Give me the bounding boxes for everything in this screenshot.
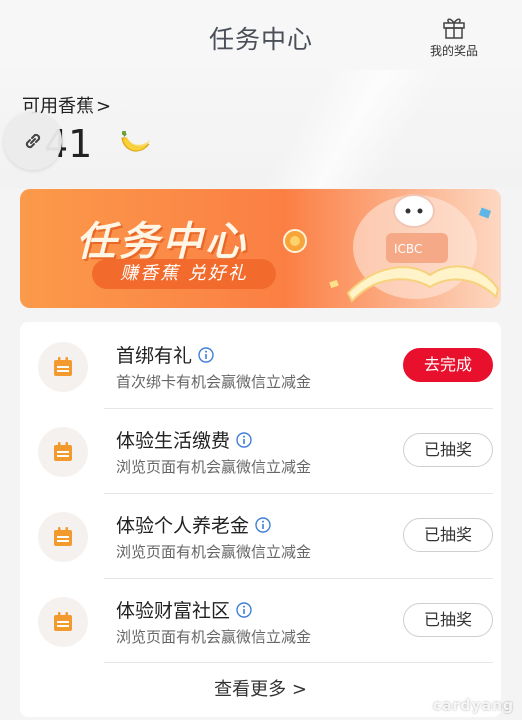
task-list-card: 首绑有礼 首次绑卡有机会赢微信立减金 去完成 体验生活缴费 浏览页面有机会赢微信… (20, 322, 501, 717)
task-description: 浏览页面有机会赢微信立减金 (116, 628, 312, 646)
task-description: 首次绑卡有机会赢微信立减金 (116, 373, 312, 391)
chevron-right-icon: > (96, 96, 112, 117)
decorative-stripe (242, 70, 462, 188)
my-prizes-button[interactable]: 我的奖品 (424, 14, 484, 59)
task-icon-bg (38, 512, 88, 562)
drawn-status-button[interactable]: 已抽奖 (403, 518, 493, 552)
calendar-icon (54, 442, 72, 461)
task-icon-bg (38, 597, 88, 647)
task-description: 浏览页面有机会赢微信立减金 (116, 458, 312, 476)
info-icon[interactable] (255, 516, 271, 533)
task-row: 首绑有礼 首次绑卡有机会赢微信立减金 去完成 (20, 322, 501, 407)
svg-text:ICBC: ICBC (394, 242, 422, 256)
info-icon[interactable] (236, 431, 252, 448)
gift-icon (443, 18, 465, 39)
link-button[interactable] (4, 112, 62, 170)
task-row: 体验生活缴费 浏览页面有机会赢微信立减金 已抽奖 (20, 407, 501, 492)
link-icon (25, 133, 41, 149)
task-title: 体验财富社区 (116, 596, 252, 623)
drawn-status-button[interactable]: 已抽奖 (403, 433, 493, 467)
divider (104, 662, 493, 663)
task-description: 浏览页面有机会赢微信立减金 (116, 543, 312, 561)
banner-subtitle: 赚香蕉 兑好礼 (92, 259, 276, 289)
task-icon-bg (38, 427, 88, 477)
task-title-text: 首绑有礼 (116, 345, 193, 367)
watermark: cardyang (432, 698, 514, 714)
balance-section: 可用香蕉 > 41 (0, 70, 522, 188)
my-prizes-label: 我的奖品 (429, 44, 478, 58)
task-row: 体验个人养老金 浏览页面有机会赢微信立减金 已抽奖 (20, 492, 501, 577)
task-center-banner[interactable]: 任务中心 赚香蕉 兑好礼 ICBC (20, 189, 501, 308)
calendar-icon (54, 612, 72, 631)
task-title-text: 体验财富社区 (116, 600, 231, 622)
info-icon[interactable] (236, 601, 252, 618)
calendar-icon (54, 527, 72, 546)
banana-icon (121, 131, 150, 152)
calendar-icon (54, 357, 72, 376)
task-title-text: 体验生活缴费 (116, 430, 231, 452)
view-more-link[interactable]: 查看更多 > (20, 675, 501, 701)
complete-task-button[interactable]: 去完成 (403, 348, 493, 382)
task-title: 体验个人养老金 (116, 511, 271, 538)
task-icon-bg (38, 342, 88, 392)
task-title: 首绑有礼 (116, 341, 214, 368)
task-row: 体验财富社区 浏览页面有机会赢微信立减金 已抽奖 (20, 577, 501, 662)
info-icon[interactable] (198, 346, 214, 363)
drawn-status-button[interactable]: 已抽奖 (403, 603, 493, 637)
banner-illustration: ICBC (283, 194, 500, 303)
task-title: 体验生活缴费 (116, 426, 252, 453)
task-title-text: 体验个人养老金 (116, 515, 250, 537)
app-header: 任务中心 我的奖品 (0, 0, 522, 70)
